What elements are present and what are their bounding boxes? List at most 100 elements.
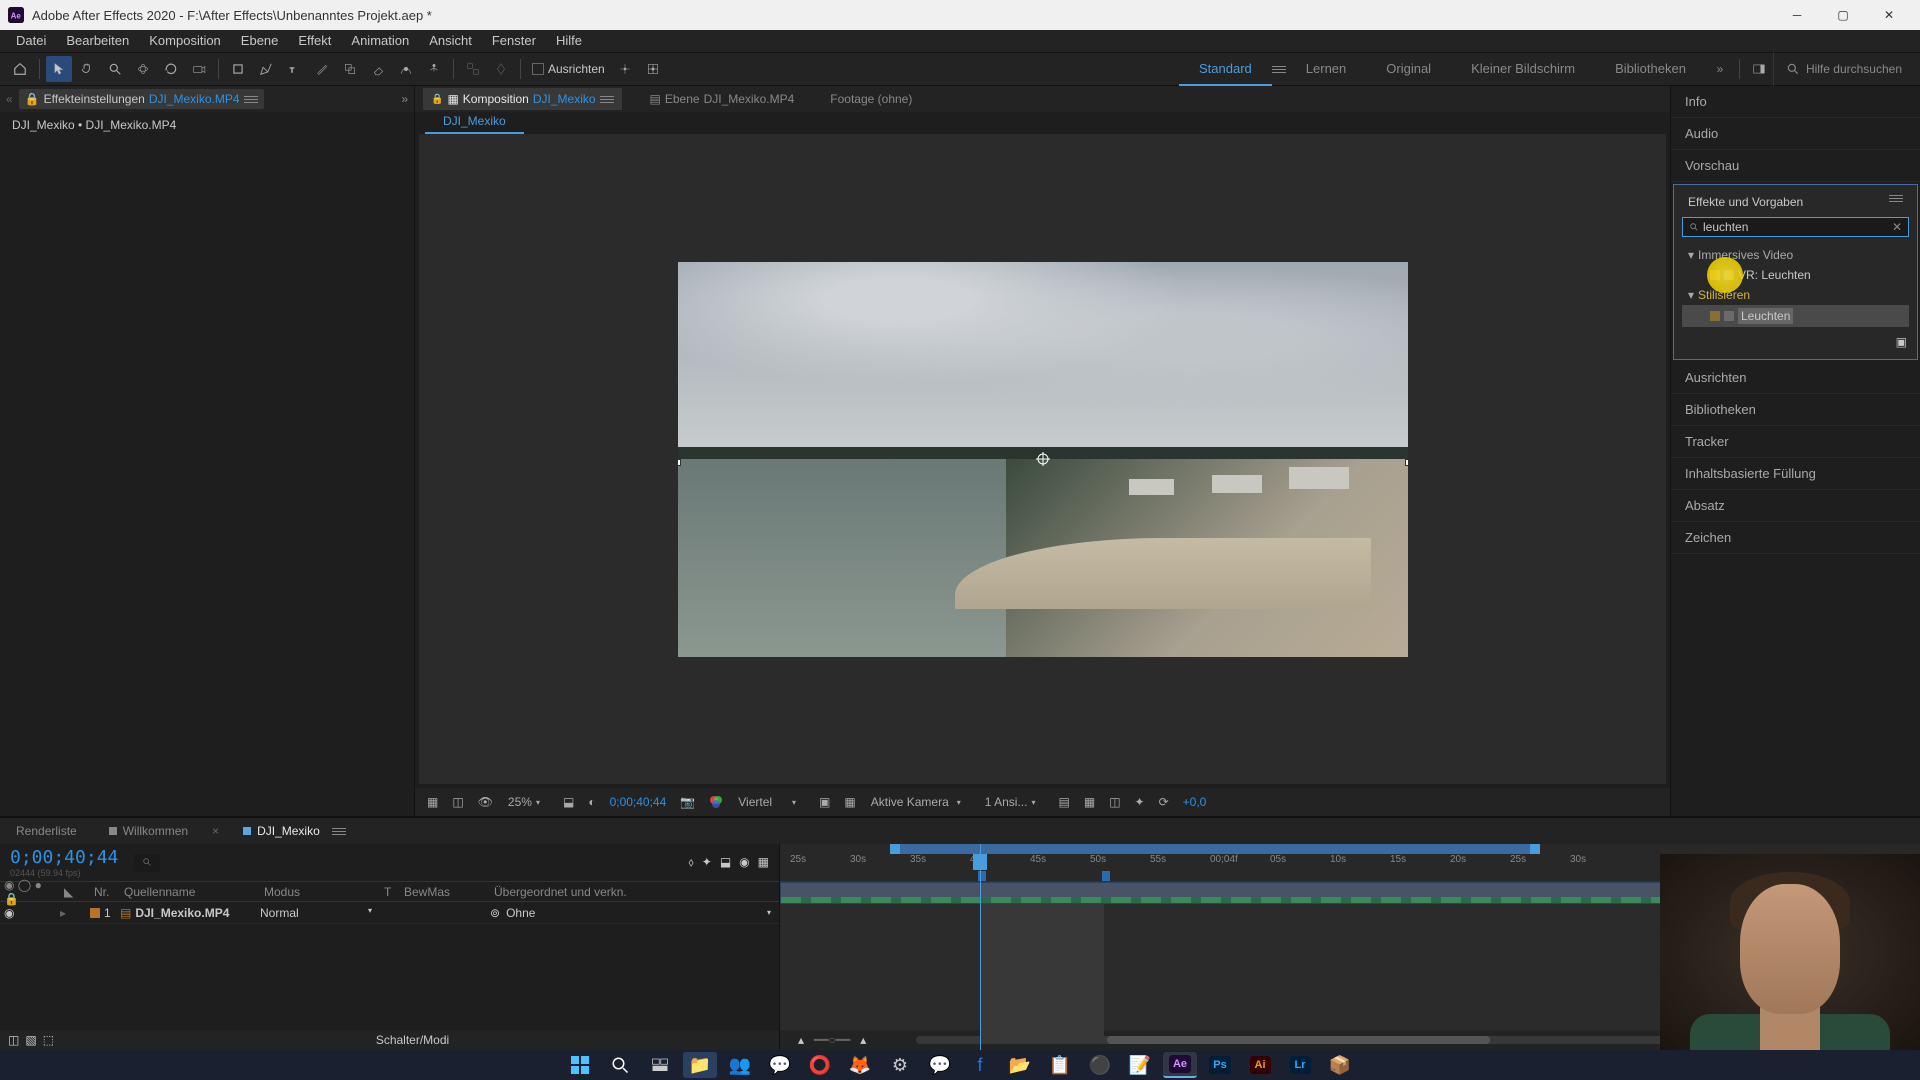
tl-btn3-icon[interactable]: ⬓ (720, 855, 731, 870)
vc4-icon[interactable]: ✦ (1131, 795, 1149, 809)
work-area-bar[interactable] (890, 844, 1540, 854)
tree-item-leuchten[interactable]: Leuchten (1682, 305, 1909, 327)
timeline-timecode[interactable]: 0;00;40;44 (10, 847, 118, 868)
timeline-search[interactable] (134, 854, 160, 872)
roto-tool[interactable] (393, 56, 419, 82)
orbit-tool[interactable] (130, 56, 156, 82)
res-half-icon[interactable]: ⬓ (559, 795, 578, 809)
always-preview-icon[interactable]: ▦ (423, 795, 442, 809)
taskbar-app1[interactable]: ⚙ (883, 1052, 917, 1078)
composition-tab[interactable]: 🔒 ▦ Komposition DJI_Mexiko (423, 88, 622, 110)
hand-tool[interactable] (74, 56, 100, 82)
region-icon[interactable]: ▣ (815, 795, 834, 809)
taskbar-start[interactable] (563, 1052, 597, 1078)
parent-dropdown[interactable]: ⊚Ohne▾ (490, 906, 779, 920)
menu-effect[interactable]: Effekt (288, 30, 341, 52)
taskbar-whatsapp[interactable]: 💬 (763, 1052, 797, 1078)
text-tool[interactable]: T (281, 56, 307, 82)
panel-menu-icon[interactable] (244, 96, 258, 103)
home-button[interactable] (7, 56, 33, 82)
taskbar-messenger[interactable]: 💬 (923, 1052, 957, 1078)
vc1-icon[interactable]: ▤ (1055, 795, 1074, 809)
taskbar-taskview[interactable] (643, 1052, 677, 1078)
opt1-icon[interactable] (460, 56, 486, 82)
layer-color-box[interactable] (90, 908, 100, 918)
panel-libraries[interactable]: Bibliotheken (1671, 394, 1920, 426)
color-channel-icon[interactable] (705, 795, 727, 809)
taskbar-notepad[interactable]: 📝 (1123, 1052, 1157, 1078)
layer-row[interactable]: ◉ ▸ 1 ▤DJI_Mexiko.MP4 Normal▾ ⊚Ohne▾ (0, 902, 779, 924)
menu-window[interactable]: Fenster (482, 30, 546, 52)
menu-composition[interactable]: Komposition (139, 30, 231, 52)
col-shy-icon[interactable]: ◣ (60, 885, 90, 899)
taskbar-ai[interactable]: Ai (1243, 1052, 1277, 1078)
taskbar-folder[interactable]: 📂 (1003, 1052, 1037, 1078)
views-dropdown[interactable]: 1 Ansi...▾ (980, 792, 1049, 812)
snap-opt-icon[interactable] (612, 56, 638, 82)
mode-dropdown[interactable]: Normal▾ (260, 906, 380, 920)
taskbar-firefox[interactable]: 🦊 (843, 1052, 877, 1078)
playhead-head-icon[interactable] (973, 854, 987, 870)
tl-btn4-icon[interactable]: ◉ (739, 855, 749, 870)
taskbar-opera[interactable]: ⭕ (803, 1052, 837, 1078)
new-bin-icon[interactable]: ▣ (1680, 331, 1911, 353)
viewer-timecode[interactable]: 0;00;40;44 (606, 795, 671, 809)
rotate-tool[interactable] (158, 56, 184, 82)
snap-checkbox[interactable]: Ausrichten (532, 62, 605, 76)
panel-info[interactable]: Info (1671, 86, 1920, 118)
workspace-more-icon[interactable]: » (1707, 56, 1733, 82)
panel-audio[interactable]: Audio (1671, 118, 1920, 150)
taskbar-app2[interactable]: 📋 (1043, 1052, 1077, 1078)
panel-nav-right-icon[interactable]: » (401, 92, 408, 106)
work-area-start-handle[interactable] (890, 844, 900, 854)
menu-view[interactable]: Ansicht (419, 30, 482, 52)
clear-search-icon[interactable]: ✕ (1892, 220, 1902, 234)
tab-welcome[interactable]: Willkommen (101, 820, 196, 842)
vc5-icon[interactable]: ⟳ (1155, 795, 1173, 809)
transparency-grid-icon[interactable]: ◫ (448, 795, 467, 809)
tab-menu-icon[interactable] (332, 828, 346, 835)
menu-layer[interactable]: Ebene (231, 30, 289, 52)
tab-renderlist[interactable]: Renderliste (8, 820, 85, 842)
effects-panel-header[interactable]: Effekte und Vorgaben (1680, 191, 1911, 213)
minimize-button[interactable]: ─ (1774, 0, 1820, 30)
zoom-in-icon[interactable]: ▴ (860, 1033, 866, 1047)
workspace-standard[interactable]: Standard (1179, 52, 1272, 86)
menu-animation[interactable]: Animation (341, 30, 419, 52)
vc2-icon[interactable]: ▦ (1080, 795, 1099, 809)
work-area-end-handle[interactable] (1530, 844, 1540, 854)
taskbar-facebook[interactable]: f (963, 1052, 997, 1078)
panel-tracker[interactable]: Tracker (1671, 426, 1920, 458)
composition-viewer[interactable] (419, 134, 1666, 784)
tl-btn1-icon[interactable]: ⬨ (688, 855, 693, 870)
vc3-icon[interactable]: ◫ (1105, 795, 1124, 809)
puppet-tool[interactable] (421, 56, 447, 82)
comp-tab-menu-icon[interactable] (600, 96, 614, 103)
selection-tool[interactable] (46, 56, 72, 82)
zoom-slider[interactable]: ━━○━━ (814, 1033, 850, 1047)
tab-comp-timeline[interactable]: DJI_Mexiko (235, 820, 354, 842)
taskbar-ps[interactable]: Ps (1203, 1052, 1237, 1078)
taskbar-ae[interactable]: Ae (1163, 1052, 1197, 1078)
bl-icon1[interactable]: ◫ (8, 1033, 19, 1047)
menu-file[interactable]: Datei (6, 30, 56, 52)
effect-controls-tab[interactable]: 🔒 Effekteinstellungen DJI_Mexiko.MP4 (19, 89, 264, 109)
layer-tab[interactable]: ▤ Ebene DJI_Mexiko.MP4 (642, 88, 803, 110)
panel-align[interactable]: Ausrichten (1671, 362, 1920, 394)
taskbar-search[interactable] (603, 1052, 637, 1078)
eraser-tool[interactable] (365, 56, 391, 82)
camera-tool[interactable] (186, 56, 212, 82)
layer-handle-right[interactable] (1405, 459, 1408, 466)
switch-mode-label[interactable]: Schalter/Modi (54, 1033, 771, 1047)
zoom-tool[interactable] (102, 56, 128, 82)
bl-icon3[interactable]: ⬚ (43, 1033, 54, 1047)
camera-dropdown[interactable]: Aktive Kamera▾ (866, 792, 974, 812)
tl-btn2-icon[interactable]: ✦ (702, 855, 712, 870)
exposure-value[interactable]: +0,0 (1179, 795, 1211, 809)
pen-tool[interactable] (253, 56, 279, 82)
footage-tab[interactable]: Footage (ohne) (822, 88, 920, 110)
mask-icon[interactable]: 👁 (474, 795, 497, 809)
taskbar-lr[interactable]: Lr (1283, 1052, 1317, 1078)
effects-panel-menu-icon[interactable] (1889, 195, 1903, 209)
panel-nav-icon[interactable]: « (6, 92, 13, 106)
